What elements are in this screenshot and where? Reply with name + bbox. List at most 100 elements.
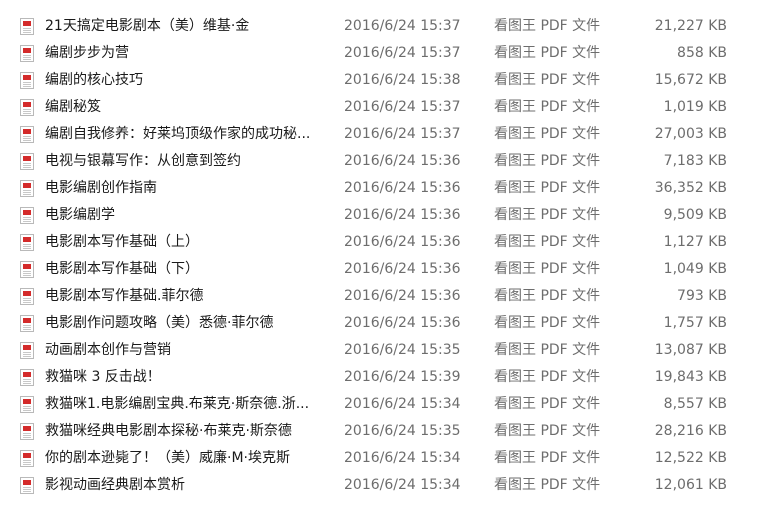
pdf-file-icon [20,45,34,62]
file-size: 8,557 KB [663,396,727,412]
pdf-file-icon [20,396,34,413]
file-size: 9,509 KB [663,207,727,223]
file-name: 21天搞定电影剧本（美）维基·金 [45,18,250,34]
file-type: 看图王 PDF 文件 [494,45,601,61]
file-name: 电视与银幕写作：从创意到签约 [45,153,241,169]
file-row[interactable]: 电影剧本写作基础.菲尔德 2016/6/24 15:36 看图王 PDF 文件 … [0,283,766,310]
file-date: 2016/6/24 15:36 [344,288,461,304]
file-row[interactable]: 电影剧作问题攻略（美）悉德·菲尔德 2016/6/24 15:36 看图王 PD… [0,310,766,337]
pdf-file-icon [20,315,34,332]
file-name: 编剧自我修养：好莱坞顶级作家的成功秘... [45,126,311,142]
file-date: 2016/6/24 15:37 [344,45,461,61]
pdf-file-icon [20,234,34,251]
file-name: 影视动画经典剧本赏析 [45,477,185,493]
file-name: 救猫咪经典电影剧本探秘·布莱克·斯奈德 [45,423,292,439]
file-name: 电影剧本写作基础（下） [45,261,199,277]
file-size: 21,227 KB [654,18,727,34]
file-size: 1,049 KB [663,261,727,277]
file-row[interactable]: 编剧自我修养：好莱坞顶级作家的成功秘... 2016/6/24 15:37 看图… [0,121,766,148]
pdf-file-icon [20,153,34,170]
file-date: 2016/6/24 15:36 [344,261,461,277]
file-row[interactable]: 救猫咪经典电影剧本探秘·布莱克·斯奈德 2016/6/24 15:35 看图王 … [0,418,766,445]
file-date: 2016/6/24 15:37 [344,126,461,142]
file-type: 看图王 PDF 文件 [494,72,601,88]
file-date: 2016/6/24 15:37 [344,99,461,115]
file-name: 电影编剧学 [45,207,115,223]
pdf-file-icon [20,18,34,35]
file-size: 12,522 KB [654,450,727,466]
file-row[interactable]: 动画剧本创作与营销 2016/6/24 15:35 看图王 PDF 文件 13,… [0,337,766,364]
file-name: 电影编剧创作指南 [45,180,157,196]
file-date: 2016/6/24 15:36 [344,315,461,331]
file-date: 2016/6/24 15:37 [344,18,461,34]
file-date: 2016/6/24 15:34 [344,450,461,466]
file-name: 电影剧本写作基础（上） [45,234,199,250]
file-type: 看图王 PDF 文件 [494,369,601,385]
file-row[interactable]: 电影剧本写作基础（下） 2016/6/24 15:36 看图王 PDF 文件 1… [0,256,766,283]
file-row[interactable]: 电视与银幕写作：从创意到签约 2016/6/24 15:36 看图王 PDF 文… [0,148,766,175]
file-name: 动画剧本创作与营销 [45,342,171,358]
file-row[interactable]: 你的剧本逊毙了！（美）威廉·M·埃克斯 2016/6/24 15:34 看图王 … [0,445,766,472]
file-date: 2016/6/24 15:35 [344,423,461,439]
file-type: 看图王 PDF 文件 [494,288,601,304]
file-size: 1,019 KB [663,99,727,115]
file-type: 看图王 PDF 文件 [494,153,601,169]
file-size: 1,127 KB [663,234,727,250]
pdf-file-icon [20,72,34,89]
file-size: 28,216 KB [654,423,727,439]
file-size: 19,843 KB [654,369,727,385]
pdf-file-icon [20,288,34,305]
file-type: 看图王 PDF 文件 [494,261,601,277]
file-size: 12,061 KB [654,477,727,493]
file-name: 救猫咪1.电影编剧宝典.布莱克·斯奈德.浙... [45,396,310,412]
file-row[interactable]: 编剧秘笈 2016/6/24 15:37 看图王 PDF 文件 1,019 KB [0,94,766,121]
file-row[interactable]: 救猫咪1.电影编剧宝典.布莱克·斯奈德.浙... 2016/6/24 15:34… [0,391,766,418]
file-type: 看图王 PDF 文件 [494,477,601,493]
file-type: 看图王 PDF 文件 [494,234,601,250]
file-size: 858 KB [677,45,727,61]
pdf-file-icon [20,207,34,224]
file-name: 编剧秘笈 [45,99,101,115]
file-size: 793 KB [677,288,727,304]
file-date: 2016/6/24 15:35 [344,342,461,358]
file-size: 7,183 KB [663,153,727,169]
file-name: 电影剧作问题攻略（美）悉德·菲尔德 [45,315,274,331]
file-type: 看图王 PDF 文件 [494,315,601,331]
file-date: 2016/6/24 15:38 [344,72,461,88]
pdf-file-icon [20,369,34,386]
file-size: 15,672 KB [654,72,727,88]
file-type: 看图王 PDF 文件 [494,423,601,439]
file-type: 看图王 PDF 文件 [494,126,601,142]
file-type: 看图王 PDF 文件 [494,207,601,223]
file-row[interactable]: 影视动画经典剧本赏析 2016/6/24 15:34 看图王 PDF 文件 12… [0,472,766,499]
file-name: 编剧的核心技巧 [45,72,143,88]
file-row[interactable]: 编剧步步为营 2016/6/24 15:37 看图王 PDF 文件 858 KB [0,40,766,67]
file-type: 看图王 PDF 文件 [494,99,601,115]
pdf-file-icon [20,423,34,440]
pdf-file-icon [20,342,34,359]
pdf-file-icon [20,450,34,467]
file-date: 2016/6/24 15:36 [344,180,461,196]
file-row[interactable]: 电影编剧创作指南 2016/6/24 15:36 看图王 PDF 文件 36,3… [0,175,766,202]
file-name: 救猫咪 3 反击战！ [45,369,161,385]
file-size: 13,087 KB [654,342,727,358]
pdf-file-icon [20,477,34,494]
file-name: 电影剧本写作基础.菲尔德 [45,288,204,304]
file-date: 2016/6/24 15:39 [344,369,461,385]
file-date: 2016/6/24 15:36 [344,207,461,223]
pdf-file-icon [20,261,34,278]
file-name: 编剧步步为营 [45,45,129,61]
file-row[interactable]: 电影编剧学 2016/6/24 15:36 看图王 PDF 文件 9,509 K… [0,202,766,229]
file-date: 2016/6/24 15:34 [344,396,461,412]
file-name: 你的剧本逊毙了！（美）威廉·M·埃克斯 [45,450,290,466]
file-row[interactable]: 救猫咪 3 反击战！ 2016/6/24 15:39 看图王 PDF 文件 19… [0,364,766,391]
file-row[interactable]: 电影剧本写作基础（上） 2016/6/24 15:36 看图王 PDF 文件 1… [0,229,766,256]
file-type: 看图王 PDF 文件 [494,450,601,466]
file-list: 21天搞定电影剧本（美）维基·金 2016/6/24 15:37 看图王 PDF… [0,13,766,499]
pdf-file-icon [20,99,34,116]
file-row[interactable]: 21天搞定电影剧本（美）维基·金 2016/6/24 15:37 看图王 PDF… [0,13,766,40]
file-row[interactable]: 编剧的核心技巧 2016/6/24 15:38 看图王 PDF 文件 15,67… [0,67,766,94]
file-size: 27,003 KB [654,126,727,142]
file-size: 36,352 KB [654,180,727,196]
file-type: 看图王 PDF 文件 [494,396,601,412]
